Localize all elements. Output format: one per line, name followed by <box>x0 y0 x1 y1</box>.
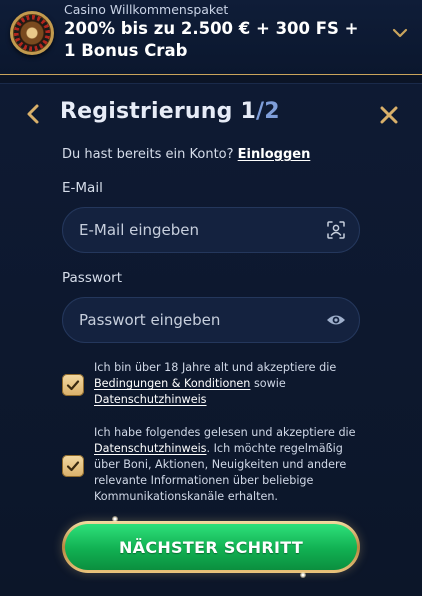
page-title: Registrierung 1/2 <box>60 99 280 124</box>
registration-panel: Registrierung 1/2 Du hast bereits ein Ko… <box>0 83 422 596</box>
password-field[interactable] <box>62 297 360 343</box>
welcome-package-banner[interactable]: Casino Willkommenspaket 200% bis zu 2.50… <box>0 0 422 75</box>
roulette-wheel-icon <box>10 11 54 55</box>
chevron-down-icon[interactable] <box>392 25 408 41</box>
login-prompt: Du hast bereits ein Konto? Einloggen <box>62 147 310 162</box>
page-title-step-total: /2 <box>255 99 280 124</box>
terms-checkbox[interactable] <box>62 374 84 396</box>
sparkle-decoration <box>112 516 118 522</box>
next-step-button[interactable]: NÄCHSTER SCHRITT <box>65 524 357 570</box>
email-field[interactable] <box>62 207 360 253</box>
consent-terms-intro: Ich bin über 18 Jahre alt und akzeptiere… <box>94 361 337 374</box>
consent-terms-text: Ich bin über 18 Jahre alt und akzeptiere… <box>94 360 364 408</box>
consent-marketing-row: Ich habe folgendes gelesen und akzeptier… <box>62 425 360 509</box>
terms-link[interactable]: Bedingungen & Konditionen <box>94 377 250 390</box>
consent-terms-middle: sowie <box>253 377 286 390</box>
marketing-checkbox[interactable] <box>62 455 84 477</box>
banner-title: 200% bis zu 2.500 € + 300 FS + 1 Bonus C… <box>64 19 359 60</box>
contact-id-icon[interactable] <box>325 219 347 241</box>
consent-terms-row: Ich bin über 18 Jahre alt und akzeptiere… <box>62 360 360 412</box>
privacy-link-2[interactable]: Datenschutzhinweis <box>94 442 207 455</box>
consent-marketing-intro: Ich habe folgendes gelesen und akzeptier… <box>94 426 356 439</box>
eye-icon[interactable] <box>325 309 347 331</box>
close-icon[interactable] <box>378 104 400 126</box>
privacy-link[interactable]: Datenschutzhinweis <box>94 393 207 406</box>
sparkle-decoration <box>300 572 306 578</box>
consent-marketing-text: Ich habe folgendes gelesen und akzeptier… <box>94 425 364 505</box>
chevron-left-icon[interactable] <box>24 103 44 125</box>
next-step-button-frame: NÄCHSTER SCHRITT <box>62 521 360 573</box>
password-label: Passwort <box>62 270 123 286</box>
email-label: E-Mail <box>62 180 103 196</box>
login-prompt-text: Du hast bereits ein Konto? <box>62 147 234 162</box>
login-link[interactable]: Einloggen <box>238 147 311 162</box>
check-icon <box>66 380 80 391</box>
page-title-step: Registrierung 1 <box>60 99 256 124</box>
check-icon <box>66 461 80 472</box>
banner-kicker: Casino Willkommenspaket <box>64 2 229 17</box>
